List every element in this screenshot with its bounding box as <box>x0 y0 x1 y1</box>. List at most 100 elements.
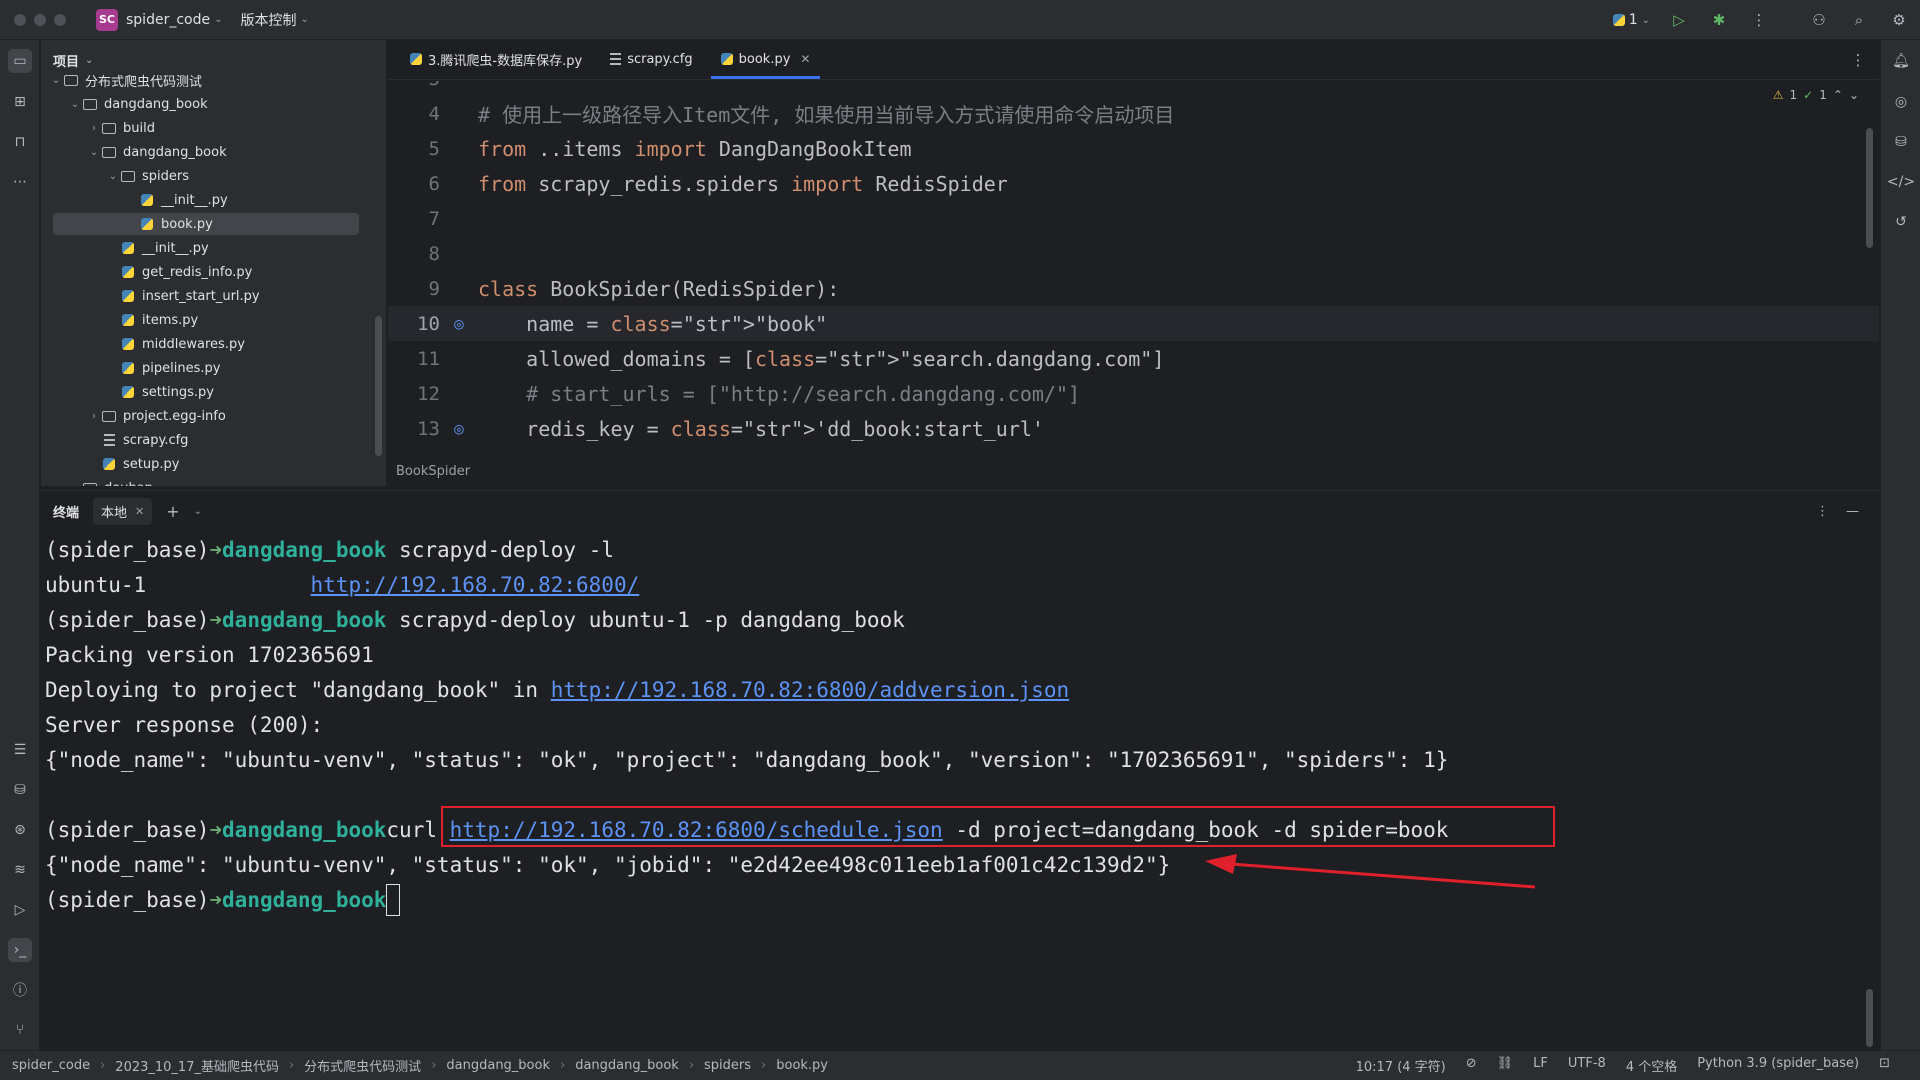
close-tab-icon[interactable]: ✕ <box>800 52 810 66</box>
terminal-line: Packing version 1702365691 <box>45 637 374 672</box>
chevron-right-icon[interactable]: › <box>68 483 82 487</box>
tree-item[interactable]: ⌄ 分布式爬虫代码测试 <box>41 69 371 91</box>
tree-item[interactable]: ⌄ dangdang_book <box>41 141 371 163</box>
python-interpreter[interactable]: Python 3.9 (spider_base) <box>1697 1056 1859 1075</box>
link-icon[interactable]: ⛓ <box>1497 1056 1514 1075</box>
tree-item[interactable]: › project.egg-info <box>41 405 371 427</box>
terminal-options-more-icon[interactable]: ⋮ <box>1816 504 1829 519</box>
chevron-right-icon[interactable]: › <box>87 411 101 422</box>
debug-icon[interactable]: ✱ <box>1708 9 1730 31</box>
file-encoding[interactable]: UTF-8 <box>1568 1056 1606 1075</box>
more-icon[interactable]: ⋮ <box>1748 9 1770 31</box>
git-branch-icon[interactable]: ⑂ <box>8 1018 32 1042</box>
tab-tencent-spider[interactable]: 3.腾讯爬虫-数据库保存.py <box>396 39 596 79</box>
terminal-tab-local[interactable]: 本地 ✕ <box>93 497 153 525</box>
status-breadcrumb-item[interactable]: book.py <box>776 1058 828 1073</box>
search-icon[interactable]: ⌕ <box>1848 9 1870 31</box>
code-line: 6 from scrapy_redis.spiders import Redis… <box>388 166 1879 201</box>
close-tab-icon[interactable]: ✕ <box>135 505 144 518</box>
override-gutter-icon[interactable]: ◎ <box>440 419 478 438</box>
tree-item[interactable]: setup.py <box>41 453 371 475</box>
code-comment: # 使用上一级路径导入Item文件, 如果使用当前导入方式请使用命令启动项目 <box>478 103 1175 127</box>
chevron-down-icon[interactable]: ⌄ <box>68 99 82 110</box>
close-window-button[interactable] <box>14 13 26 26</box>
minimize-window-button[interactable] <box>34 13 46 26</box>
readonly-lock-icon[interactable]: ⊡ <box>1879 1056 1890 1075</box>
status-breadcrumb-item[interactable]: spiders <box>704 1058 751 1073</box>
annotation-highlight-box <box>441 806 1555 847</box>
tab-options-more-icon[interactable]: ⋮ <box>1847 49 1869 71</box>
tree-item[interactable]: › build <box>41 117 371 139</box>
new-terminal-plus-icon[interactable]: + <box>166 502 179 521</box>
run-config-count: 1 <box>1628 12 1638 28</box>
tree-item[interactable]: scrapy.cfg <box>41 429 371 451</box>
endpoints-icon[interactable]: </> <box>1887 170 1915 194</box>
vcs-menu[interactable]: 版本控制 ⌄ <box>240 10 308 30</box>
services-icon[interactable]: ▷ <box>8 898 32 922</box>
structure-icon[interactable]: ⊞ <box>8 90 32 114</box>
add-user-icon[interactable]: ⚇ <box>1808 9 1830 31</box>
terminal-scrollbar[interactable] <box>1866 989 1873 1047</box>
code-line: 12 # start_urls = ["http://search.dangda… <box>388 376 1879 411</box>
terminal-icon[interactable]: ›_ <box>8 938 32 962</box>
terminal-link[interactable]: http://192.168.70.82:6800/addversion.jso… <box>551 678 1069 702</box>
line-separator[interactable]: LF <box>1533 1056 1548 1075</box>
tree-item[interactable]: insert_start_url.py <box>41 285 371 307</box>
tree-item[interactable]: › douban <box>41 477 371 486</box>
project-tree-scrollbar[interactable] <box>375 316 382 456</box>
chevron-down-icon[interactable]: ⌄ <box>87 147 101 158</box>
notifications-bell-icon[interactable]: 🔔︎ <box>1889 49 1913 73</box>
minimize-panel-icon[interactable]: — <box>1846 504 1859 519</box>
chevron-right-icon[interactable]: › <box>87 123 101 134</box>
settings-gear-icon[interactable]: ⚙ <box>1888 9 1910 31</box>
zoom-window-button[interactable] <box>54 13 66 26</box>
tree-item[interactable]: ⌄ dangdang_book <box>41 93 371 115</box>
status-breadcrumb-item[interactable]: dangdang_book <box>446 1058 550 1073</box>
tree-item[interactable]: settings.py <box>41 381 371 403</box>
status-breadcrumb-item[interactable]: 分布式爬虫代码测试 <box>304 1056 421 1075</box>
tree-item[interactable]: items.py <box>41 309 371 331</box>
indent-setting[interactable]: 4 个空格 <box>1626 1056 1677 1075</box>
project-folder-icon[interactable]: ▭ <box>8 49 32 73</box>
inspection-off-icon[interactable]: ⊘ <box>1466 1056 1477 1075</box>
status-breadcrumb-item[interactable]: 2023_10_17_基础爬虫代码 <box>115 1056 279 1075</box>
run-config-selector[interactable]: 1 ⌄ <box>1612 12 1650 28</box>
chevron-down-icon[interactable]: ⌄ <box>106 171 120 182</box>
status-breadcrumb-item[interactable]: dangdang_book <box>575 1058 679 1073</box>
tree-item[interactable]: book.py <box>53 213 359 235</box>
run-icon[interactable]: ▷ <box>1668 9 1690 31</box>
tree-item[interactable]: get_redis_info.py <box>41 261 371 283</box>
tree-item[interactable]: middlewares.py <box>41 333 371 355</box>
database-icon[interactable]: ⛁ <box>8 778 32 802</box>
tab-scrapy-cfg[interactable]: scrapy.cfg <box>596 39 706 79</box>
tree-item[interactable]: __init__.py <box>41 237 371 259</box>
terminal-link[interactable]: http://192.168.70.82:6800/ <box>311 573 640 597</box>
editor-vertical-scrollbar[interactable] <box>1866 128 1873 248</box>
todo-list-icon[interactable]: ☰ <box>8 738 32 762</box>
database-icon[interactable]: ⛁ <box>1889 130 1913 154</box>
project-switcher[interactable]: spider_code ⌄ <box>126 12 222 28</box>
editor-breadcrumb[interactable]: BookSpider <box>396 464 470 479</box>
override-gutter-icon[interactable]: ◎ <box>440 314 478 333</box>
tab-book-py[interactable]: book.py ✕ <box>707 39 825 79</box>
chevron-down-icon[interactable]: ⌄ <box>194 506 202 517</box>
layers-icon[interactable]: ≋ <box>8 858 32 882</box>
status-breadcrumb-item[interactable]: spider_code <box>12 1058 90 1073</box>
more-tools-icon[interactable]: ⋯ <box>8 170 32 194</box>
tree-item-label: book.py <box>161 216 213 232</box>
chevron-down-icon[interactable]: ⌄ <box>49 75 63 86</box>
python-file-icon <box>120 289 136 303</box>
problems-icon[interactable]: ⓘ <box>8 978 32 1002</box>
terminal-cursor[interactable] <box>386 883 401 916</box>
tree-item[interactable]: pipelines.py <box>41 357 371 379</box>
caret-position[interactable]: 10:17 (4 字符) <box>1356 1056 1446 1075</box>
python-file-icon <box>120 313 136 327</box>
ai-assistant-icon[interactable]: ◎ <box>1889 90 1913 114</box>
code-view[interactable]: 3 4 # 使用上一级路径导入Item文件, 如果使用当前导入方式请使用命令启动… <box>388 81 1879 461</box>
python-packages-icon[interactable]: ⊛ <box>8 818 32 842</box>
bookmark-icon[interactable]: ⊓ <box>8 130 32 154</box>
tree-item[interactable]: __init__.py <box>41 189 371 211</box>
project-badge[interactable]: SC <box>96 8 118 31</box>
tree-item[interactable]: ⌄ spiders <box>41 165 371 187</box>
history-icon[interactable]: ↺ <box>1889 210 1913 234</box>
